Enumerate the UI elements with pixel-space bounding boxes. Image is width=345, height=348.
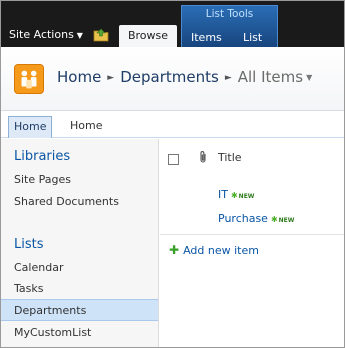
list-tools-label: List Tools	[205, 8, 254, 20]
select-all-checkbox[interactable]	[168, 154, 179, 165]
breadcrumb-separator-icon: ►	[107, 73, 115, 83]
view-dropdown-icon[interactable]: ▼	[306, 73, 312, 82]
breadcrumb-section[interactable]: Departments	[120, 68, 219, 86]
new-badge: ✱NEW	[271, 215, 294, 224]
topnav-item-home-selected[interactable]: Home	[8, 116, 53, 138]
new-badge-label: NEW	[278, 216, 295, 224]
add-new-item-link[interactable]: ✚ Add new item	[169, 243, 259, 257]
topnav-item-home[interactable]: Home	[65, 116, 107, 138]
list-item-title-link[interactable]: Purchase	[218, 212, 268, 225]
tab-items[interactable]: Items	[191, 27, 222, 48]
list-item-title-link[interactable]: IT	[218, 188, 228, 201]
title-area: Home ► Departments ► All Items ▼	[1, 47, 344, 111]
list-item: IT ✱NEW	[218, 188, 254, 201]
plus-icon: ✚	[169, 243, 180, 257]
top-navigation: Home Home	[1, 113, 344, 138]
divider	[160, 234, 344, 235]
quicklaunch-item-shared-documents[interactable]: Shared Documents	[14, 195, 119, 208]
new-star-icon: ✱	[270, 214, 278, 224]
site-logo-icon[interactable]	[14, 64, 44, 94]
breadcrumb: Home ► Departments ► All Items ▼	[57, 68, 312, 86]
breadcrumb-separator-icon: ►	[224, 73, 232, 83]
ribbon: Site Actions ▼ Browse List Tools Items Li…	[1, 1, 344, 47]
list-view: Title IT ✱NEW Purchase ✱NEW ✚ Add new item	[160, 139, 344, 347]
site-actions-label: Site Actions	[9, 28, 74, 41]
quicklaunch-item-calendar[interactable]: Calendar	[14, 261, 63, 274]
quicklaunch-item-tasks[interactable]: Tasks	[14, 282, 43, 295]
list-item: Purchase ✱NEW	[218, 212, 294, 225]
quicklaunch-item-departments[interactable]: Departments	[14, 304, 86, 317]
add-new-item-label: Add new item	[183, 244, 259, 257]
navigate-up-folder-icon[interactable]	[93, 28, 109, 42]
quicklaunch-item-site-pages[interactable]: Site Pages	[14, 173, 71, 186]
column-header-title[interactable]: Title	[218, 151, 242, 164]
quicklaunch-item-mycustomlist[interactable]: MyCustomList	[14, 326, 91, 339]
tab-browse[interactable]: Browse	[119, 25, 177, 47]
site-actions-menu[interactable]: Site Actions ▼	[9, 28, 83, 41]
quicklaunch-heading-lists[interactable]: Lists	[14, 237, 44, 252]
quick-launch: Libraries Site Pages Shared Documents Li…	[1, 139, 159, 347]
attachment-icon	[200, 151, 206, 163]
sharepoint-window: Site Actions ▼ Browse List Tools Items Li…	[0, 0, 345, 348]
breadcrumb-current-view[interactable]: All Items	[238, 68, 303, 86]
new-badge: ✱NEW	[231, 191, 254, 200]
list-tools-group: List Tools Items List	[181, 5, 278, 47]
breadcrumb-home[interactable]: Home	[57, 68, 101, 86]
quicklaunch-heading-libraries[interactable]: Libraries	[14, 149, 70, 164]
new-star-icon: ✱	[230, 190, 238, 200]
chevron-down-icon: ▼	[76, 31, 83, 40]
tab-list[interactable]: List	[243, 27, 262, 48]
new-badge-label: NEW	[238, 192, 255, 200]
